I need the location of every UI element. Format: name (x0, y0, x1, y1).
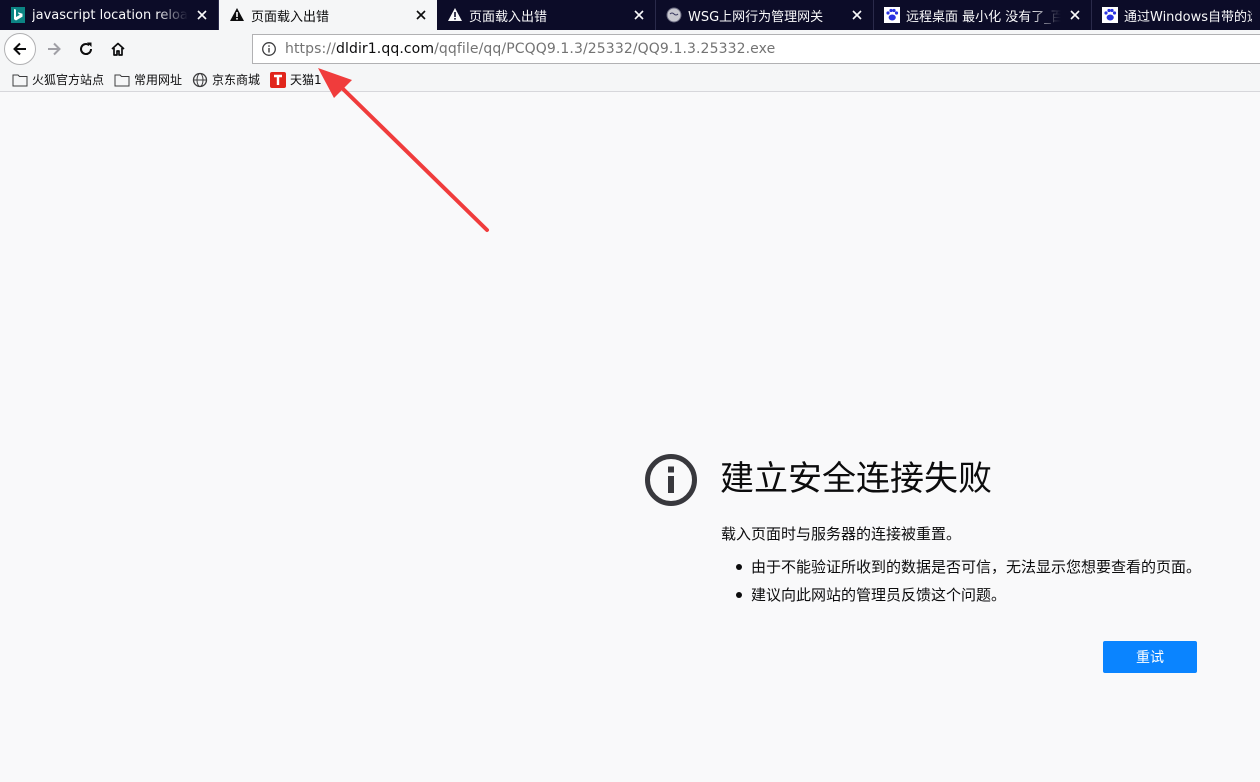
baidu-paw-icon (884, 7, 900, 23)
back-button[interactable] (4, 33, 36, 65)
bookmark-firefox-official[interactable]: 火狐官方站点 (12, 71, 104, 88)
tab-windows-remote[interactable]: 通过Windows自带的远程 (1092, 0, 1260, 30)
reload-icon (80, 42, 93, 55)
close-icon[interactable] (631, 7, 647, 23)
bookmark-jd[interactable]: 京东商城 (192, 71, 260, 88)
retry-button[interactable]: 重试 (1103, 641, 1197, 673)
home-icon (111, 42, 125, 56)
bing-icon (10, 7, 26, 23)
folder-icon (12, 72, 28, 88)
warning-icon (229, 7, 245, 23)
tmall-icon (270, 71, 287, 88)
close-icon[interactable] (413, 7, 429, 23)
tab-title: WSG上网行为管理网关 (688, 9, 824, 25)
list-item: 由于不能验证所收到的数据是否可信，无法显示您想要查看的页面。 (735, 556, 1201, 584)
folder-icon (114, 72, 130, 88)
tab-page-load-error[interactable]: 页面载入出错 (437, 0, 656, 30)
baidu-paw-icon (1102, 7, 1118, 23)
error-bullets: 由于不能验证所收到的数据是否可信，无法显示您想要查看的页面。 建议向此网站的管理… (735, 556, 1201, 612)
forward-button[interactable] (38, 33, 70, 65)
close-icon[interactable] (194, 7, 210, 23)
home-button[interactable] (102, 33, 134, 65)
tab-strip: javascript location reload - 页面载入出错 页面载入… (0, 0, 1260, 30)
url-bar[interactable]: https://dldir1.qq.com/qqfile/qq/PCQQ9.1.… (252, 34, 1260, 64)
navigation-toolbar: https://dldir1.qq.com/qqfile/qq/PCQQ9.1.… (0, 30, 1260, 68)
close-icon[interactable] (1067, 7, 1083, 23)
arrow-right-icon (48, 42, 61, 56)
url-scheme: https:// (285, 41, 336, 57)
info-circle-icon (645, 454, 697, 506)
tab-title: 页面载入出错 (469, 9, 548, 25)
globe-icon (192, 72, 208, 88)
globe-icon (666, 7, 682, 23)
close-icon[interactable] (849, 7, 865, 23)
tab-title: 页面载入出错 (251, 9, 330, 25)
tab-page-load-error-active[interactable]: 页面载入出错 (219, 0, 437, 30)
bookmark-label: 火狐官方站点 (32, 73, 105, 87)
tab-remote-desktop-baidu[interactable]: 远程桌面 最小化 没有了_百度 (874, 0, 1092, 30)
error-title: 建立安全连接失败 (720, 459, 992, 499)
error-page: 建立安全连接失败 载入页面时与服务器的连接被重置。 由于不能验证所收到的数据是否… (0, 93, 1260, 782)
url-host: dldir1.qq.com (335, 41, 435, 57)
bookmarks-toolbar: 火狐官方站点 常用网址 京东商城 天猫1 8 (0, 68, 1260, 92)
info-icon[interactable] (261, 41, 277, 57)
tab-wsg-gateway[interactable]: WSG上网行为管理网关 (656, 0, 874, 30)
url-text[interactable]: https://dldir1.qq.com/qqfile/qq/PCQQ9.1.… (285, 41, 775, 57)
tab-title: 远程桌面 最小化 没有了_百度 (906, 9, 1061, 25)
warning-icon (447, 7, 463, 23)
error-description: 载入页面时与服务器的连接被重置。 (721, 525, 962, 543)
arrow-left-icon (13, 42, 26, 56)
tab-title: javascript location reload - (32, 7, 188, 23)
bookmark-common-sites[interactable]: 常用网址 (114, 71, 182, 88)
bookmark-label: 天猫1 8 (290, 73, 334, 87)
url-path: /qqfile/qq/PCQQ9.1.3/25332/QQ9.1.3.25332… (434, 41, 776, 57)
bookmark-tmall[interactable]: 天猫1 8 (270, 71, 333, 88)
reload-button[interactable] (70, 33, 102, 65)
bookmark-label: 常用网址 (134, 73, 183, 87)
tab-javascript-location-reload[interactable]: javascript location reload - (0, 0, 219, 30)
list-item: 建议向此网站的管理员反馈这个问题。 (735, 584, 1201, 612)
tab-title: 通过Windows自带的远程 (1124, 9, 1252, 25)
bookmark-label: 京东商城 (212, 73, 261, 87)
